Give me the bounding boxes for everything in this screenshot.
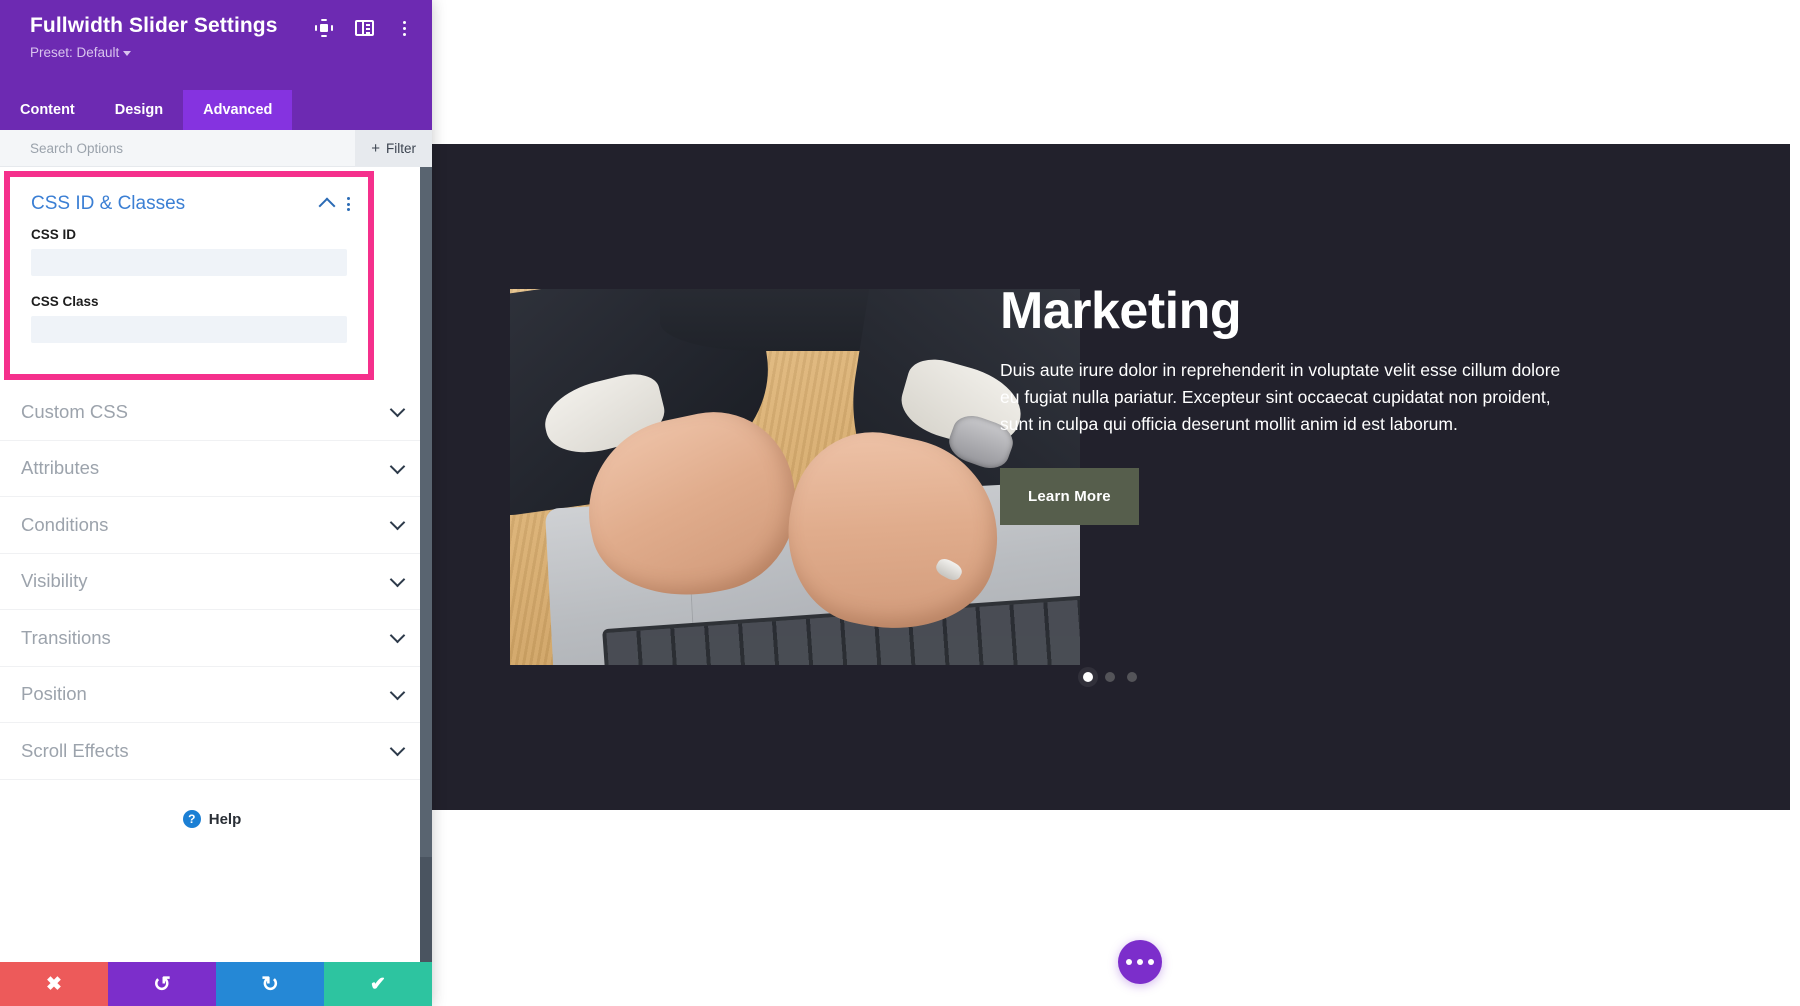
chevron-down-icon [389,514,406,531]
undo-icon: ↺ [153,972,171,996]
slider-pagination [430,672,1790,682]
chevron-down-icon [389,458,406,475]
chevron-down-icon [389,401,406,418]
focus-icon[interactable] [314,18,334,38]
field-css-id: CSS ID [10,223,368,276]
panel-tabs: Content Design Advanced [0,90,432,130]
tab-content[interactable]: Content [0,90,95,130]
section-label: Visibility [21,570,88,592]
settings-accordion-list: Custom CSS Attributes Conditions Visibil… [0,384,424,780]
chevron-down-icon [389,627,406,644]
panel-footer: ✖ ↺ ↻ ✔ [0,962,432,1006]
section-label: Transitions [21,626,111,648]
preset-label: Preset: Default [30,45,120,60]
fullwidth-slider-module[interactable]: Marketing Duis aute irure dolor in repre… [430,144,1790,810]
undo-button[interactable]: ↺ [108,962,216,1006]
css-id-label: CSS ID [31,227,77,242]
cancel-button[interactable]: ✖ [0,962,108,1006]
slide-text-block: Marketing Duis aute irure dolor in repre… [1000,284,1580,525]
redo-icon: ↻ [261,972,279,996]
slider-dot-3[interactable] [1127,672,1137,682]
panel-header-actions [314,18,414,38]
panel-scrollbar[interactable] [420,167,432,962]
chevron-down-icon [389,740,406,757]
plus-icon: + [371,139,380,157]
section-attributes[interactable]: Attributes [0,441,424,497]
preset-selector[interactable]: Preset: Default [30,45,412,60]
search-bar: + Filter [0,129,432,167]
section-position[interactable]: Position [0,667,424,723]
redo-button[interactable]: ↻ [216,962,324,1006]
tab-advanced[interactable]: Advanced [183,90,293,130]
section-custom-css[interactable]: Custom CSS [0,384,424,441]
chevron-down-icon [123,50,132,56]
page-settings-fab[interactable] [1118,940,1162,984]
slide-1: Marketing Duis aute irure dolor in repre… [430,144,1790,810]
section-transitions[interactable]: Transitions [0,610,424,667]
section-visibility[interactable]: Visibility [0,554,424,610]
close-icon: ✖ [46,973,62,995]
chevron-down-icon [389,571,406,588]
panel-scroll-area: CSS ID & Classes CSS ID CSS Class Custom… [0,167,432,962]
chevron-up-icon[interactable] [318,197,336,215]
section-label: Attributes [21,457,100,479]
kebab-menu-icon[interactable] [394,18,414,38]
css-id-classes-section: CSS ID & Classes CSS ID CSS Class [4,171,374,380]
css-id-input[interactable] [31,249,347,276]
section-conditions[interactable]: Conditions [0,497,424,554]
panel-scrollbar-thumb[interactable] [420,167,432,857]
css-class-input[interactable] [31,316,347,343]
tab-design[interactable]: Design [95,90,183,130]
slide-description: Duis aute irure dolor in reprehenderit i… [1000,359,1561,434]
help-icon: ? [182,810,201,828]
css-class-label: CSS Class [31,294,99,309]
slide-title: Marketing [1000,282,1242,340]
section-title: CSS ID & Classes [31,193,186,214]
module-settings-panel: Fullwidth Slider Settings Preset: Defaul… [0,0,432,1006]
panel-header: Fullwidth Slider Settings Preset: Defaul… [0,0,432,90]
chevron-down-icon [389,684,406,701]
field-css-class: CSS Class [10,276,368,343]
panel-layout-icon[interactable] [354,18,374,38]
learn-more-button[interactable]: Learn More [1000,467,1139,525]
section-label: Custom CSS [21,400,128,422]
section-label: Conditions [21,513,109,535]
fab-dot-2 [1137,959,1143,965]
fab-dot-1 [1126,959,1132,965]
fab-dot-3 [1148,959,1154,965]
section-kebab-icon[interactable] [347,197,350,211]
filter-label: Filter [386,140,416,156]
section-scroll-effects[interactable]: Scroll Effects [0,723,424,780]
save-button[interactable]: ✔ [324,962,432,1006]
check-icon: ✔ [370,973,386,995]
section-label: Position [21,683,87,705]
slide-image [510,289,1080,665]
slider-dot-2[interactable] [1105,672,1115,682]
help-link[interactable]: ? Help [0,779,424,859]
app-root: Marketing Duis aute irure dolor in repre… [0,0,1800,1006]
search-input[interactable] [0,140,356,156]
slider-dot-1[interactable] [1083,672,1093,682]
filter-button[interactable]: + Filter [355,129,432,167]
help-label: Help [208,810,242,828]
section-header-actions [318,196,350,215]
section-label: Scroll Effects [21,739,129,761]
section-header[interactable]: CSS ID & Classes [10,177,368,223]
